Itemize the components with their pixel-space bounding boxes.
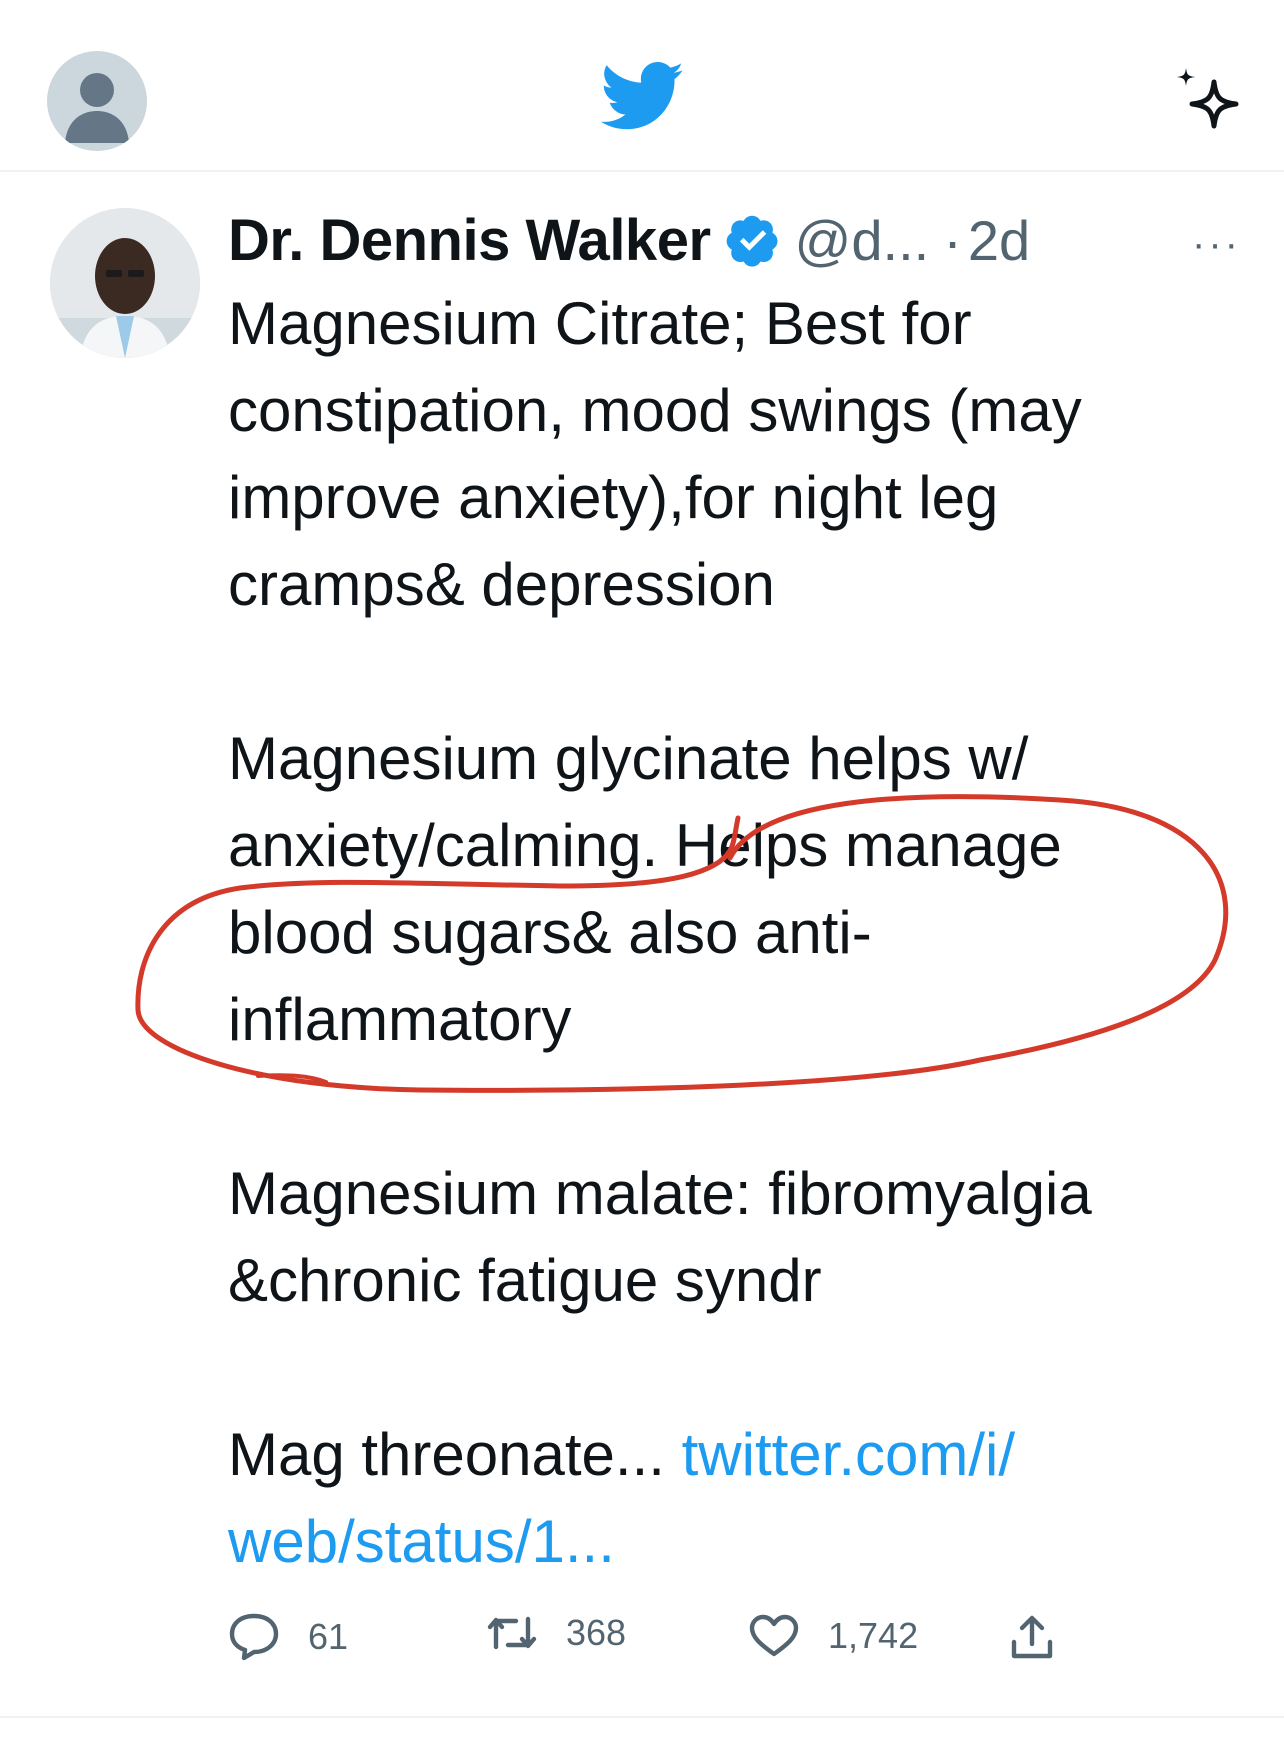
author-handle[interactable]: @d... xyxy=(795,208,930,273)
default-profile-icon[interactable] xyxy=(47,51,147,151)
retweet-button[interactable]: 368 xyxy=(486,1612,626,1654)
retweet-count: 368 xyxy=(566,1612,627,1653)
reply-count: 61 xyxy=(308,1616,349,1657)
tweet-text: Magnesium Citrate; Best for constipation… xyxy=(228,280,1238,1585)
like-button[interactable]: 1,742 xyxy=(748,1612,918,1660)
reply-button[interactable]: 61 xyxy=(228,1612,348,1662)
tweet-text-content: Magnesium Citrate; Best for constipation… xyxy=(228,290,1092,1488)
like-count: 1,742 xyxy=(828,1615,919,1656)
twitter-bird-icon[interactable] xyxy=(600,62,686,137)
heart-icon xyxy=(749,1614,799,1657)
more-options-icon[interactable]: ··· xyxy=(1192,224,1241,264)
top-nav-bar xyxy=(0,0,1284,172)
reply-bubble-icon xyxy=(229,1613,279,1661)
sparkle-icon[interactable] xyxy=(1172,66,1244,143)
tweet-header: Dr. Dennis Walker @d... · 2d xyxy=(228,207,1030,274)
retweet-icon xyxy=(487,1616,537,1650)
tweet[interactable]: Dr. Dennis Walker @d... · 2d ··· Magnesi… xyxy=(0,172,1284,1722)
verified-badge-icon xyxy=(725,212,781,268)
tweet-actions: 61 368 1,742 xyxy=(228,1612,1228,1692)
author-avatar[interactable] xyxy=(50,208,200,358)
tweet-timestamp[interactable]: 2d xyxy=(968,208,1030,273)
time-separator: · xyxy=(943,208,962,272)
share-icon xyxy=(1011,1615,1053,1659)
share-button[interactable] xyxy=(1008,1612,1056,1662)
author-name[interactable]: Dr. Dennis Walker xyxy=(228,207,711,274)
divider xyxy=(0,1716,1284,1718)
